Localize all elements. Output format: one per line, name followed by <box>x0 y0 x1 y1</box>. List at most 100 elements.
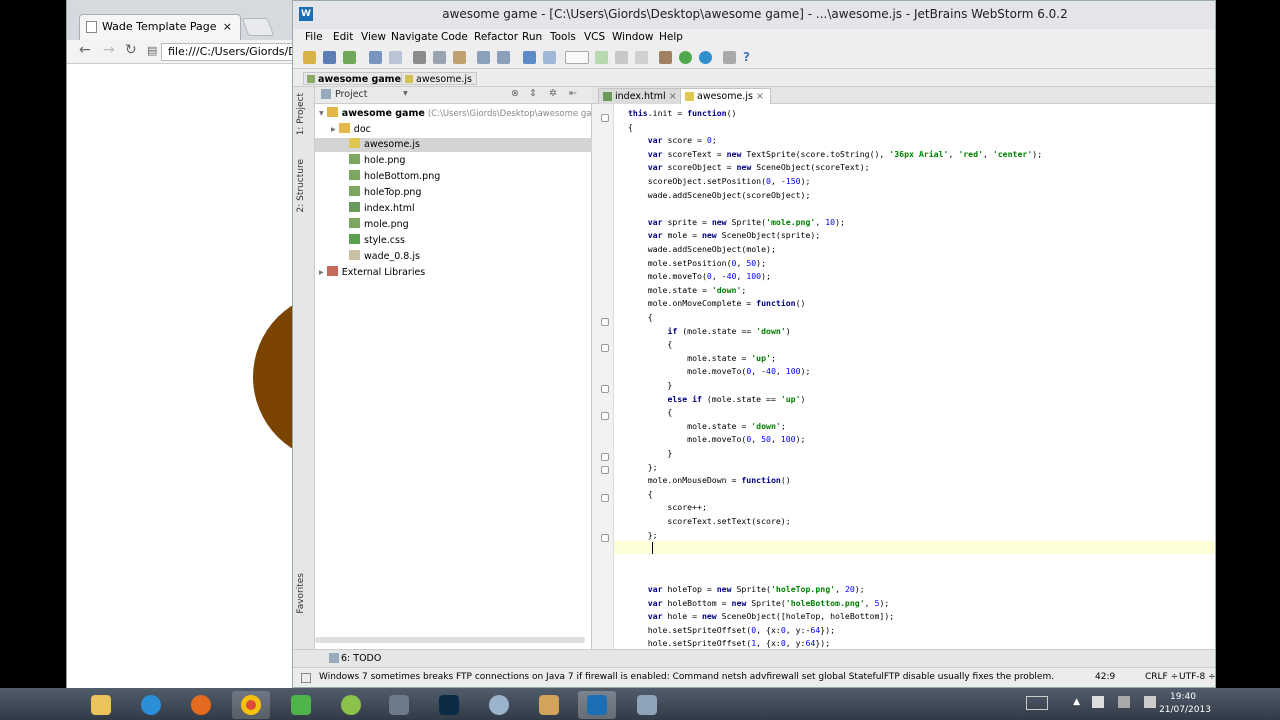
app-icon[interactable] <box>380 691 418 719</box>
tree-root[interactable]: ▾ awesome game (C:\Users\Giords\Desktop\… <box>319 107 600 121</box>
close-tab-icon[interactable]: × <box>223 15 232 39</box>
scroll-from-source-icon[interactable]: ⇕ <box>529 88 537 99</box>
tab-awesome-js[interactable]: awesome.js × <box>680 88 771 104</box>
file-encoding[interactable]: UTF-8 ÷ <box>1179 672 1215 682</box>
menu-vcs[interactable]: VCS <box>584 31 605 43</box>
app2-icon[interactable] <box>628 691 666 719</box>
fold-icon[interactable] <box>601 494 609 502</box>
copy-icon[interactable] <box>433 51 446 64</box>
evernote-icon[interactable] <box>282 691 320 719</box>
help-icon[interactable]: ? <box>743 50 756 64</box>
tree-item-wade-js[interactable]: wade_0.8.js <box>349 250 420 264</box>
open-icon[interactable] <box>303 51 316 64</box>
breadcrumb-file[interactable]: awesome.js <box>401 72 477 85</box>
game-icon[interactable] <box>530 691 568 719</box>
horizontal-scrollbar[interactable] <box>315 637 585 643</box>
stop-icon[interactable] <box>635 51 648 64</box>
page-info-icon[interactable]: ▤ <box>147 44 157 57</box>
game-mole-shape[interactable] <box>253 292 296 462</box>
reload-icon[interactable]: ↻ <box>125 42 137 58</box>
firefox-icon[interactable] <box>182 691 220 719</box>
fold-icon[interactable] <box>601 466 609 474</box>
line-separator[interactable]: CRLF ÷ <box>1145 672 1178 682</box>
chrome-icon[interactable] <box>232 691 270 719</box>
tree-item-awesome-js[interactable]: awesome.js <box>315 138 592 152</box>
project-header-label[interactable]: Project <box>335 89 368 100</box>
menu-edit[interactable]: Edit <box>333 31 353 43</box>
redo-icon[interactable] <box>389 51 402 64</box>
tab-structure[interactable]: 2: Structure <box>296 159 306 213</box>
cursor-position[interactable]: 42:9 <box>1095 672 1115 682</box>
flag-icon[interactable] <box>1092 696 1104 708</box>
toggle-tool-windows-icon[interactable] <box>301 673 311 683</box>
back-icon[interactable]: ← <box>79 42 91 58</box>
tree-item-holetop-png[interactable]: holeTop.png <box>349 186 421 200</box>
forward-nav-icon[interactable] <box>543 51 556 64</box>
browser-tab[interactable]: Wade Template Page × <box>79 14 241 40</box>
back-nav-icon[interactable] <box>523 51 536 64</box>
tree-external-libraries[interactable]: ▸ External Libraries <box>319 266 425 280</box>
fold-icon[interactable] <box>601 318 609 326</box>
tree-item-style-css[interactable]: style.css <box>349 234 405 248</box>
network-icon[interactable] <box>1118 696 1130 708</box>
tab-index-html[interactable]: index.html × <box>598 88 684 104</box>
menu-window[interactable]: Window <box>612 31 653 43</box>
spotify-icon[interactable] <box>332 691 370 719</box>
fold-icon[interactable] <box>601 114 609 122</box>
show-hidden-icons-icon[interactable]: ▲ <box>1073 697 1080 707</box>
hide-panel-icon[interactable]: ⇤ <box>569 88 577 99</box>
close-icon[interactable]: × <box>669 91 677 102</box>
run-icon[interactable] <box>595 51 608 64</box>
menu-run[interactable]: Run <box>522 31 542 43</box>
close-icon[interactable]: × <box>756 91 764 102</box>
plugin-icon[interactable] <box>699 51 712 64</box>
fold-icon[interactable] <box>601 412 609 420</box>
debug-icon[interactable] <box>615 51 628 64</box>
menu-navigate[interactable]: Navigate <box>391 31 438 43</box>
collapse-icon[interactable]: ⊗ <box>511 88 519 99</box>
photoshop-icon[interactable] <box>430 691 468 719</box>
vpn-icon[interactable] <box>480 691 518 719</box>
clock-date[interactable]: 21/07/2013 <box>1156 705 1214 715</box>
fold-icon[interactable] <box>601 344 609 352</box>
tab-project[interactable]: 1: Project <box>296 93 306 135</box>
clock-time[interactable]: 19:40 <box>1158 692 1208 702</box>
status-message[interactable]: Windows 7 sometimes breaks FTP connectio… <box>319 672 1054 682</box>
cut-icon[interactable] <box>413 51 426 64</box>
internet-explorer-icon[interactable] <box>132 691 170 719</box>
menu-tools[interactable]: Tools <box>550 31 576 43</box>
tree-item-hole-png[interactable]: hole.png <box>349 154 405 168</box>
structure-icon[interactable] <box>723 51 736 64</box>
sync-icon[interactable] <box>343 51 356 64</box>
code-area[interactable]: this.init = function() { var score = 0; v… <box>614 104 1215 649</box>
menu-view[interactable]: View <box>361 31 386 43</box>
menu-help[interactable]: Help <box>659 31 683 43</box>
menu-refactor[interactable]: Refactor <box>474 31 518 43</box>
settings-icon[interactable] <box>659 51 672 64</box>
tree-item-holebottom-png[interactable]: holeBottom.png <box>349 170 440 184</box>
undo-icon[interactable] <box>369 51 382 64</box>
todo-tab[interactable]: 6: TODO <box>341 653 381 664</box>
gear-icon[interactable]: ✲ <box>549 88 557 99</box>
editor-gutter[interactable] <box>592 104 614 649</box>
paste-icon[interactable] <box>453 51 466 64</box>
new-tab-button[interactable] <box>241 18 275 36</box>
save-icon[interactable] <box>323 51 336 64</box>
forward-icon[interactable]: → <box>103 42 115 58</box>
find-icon[interactable] <box>477 51 490 64</box>
menu-file[interactable]: File <box>305 31 323 43</box>
fold-icon[interactable] <box>601 453 609 461</box>
replace-icon[interactable] <box>497 51 510 64</box>
run-config-select[interactable] <box>565 51 589 64</box>
tab-favorites[interactable]: Favorites <box>296 573 306 614</box>
fold-icon[interactable] <box>601 534 609 542</box>
vcs-icon[interactable] <box>679 51 692 64</box>
volume-icon[interactable] <box>1144 696 1156 708</box>
menu-code[interactable]: Code <box>441 31 468 43</box>
tree-item-mole-png[interactable]: mole.png <box>349 218 409 232</box>
keyboard-icon[interactable] <box>1026 696 1048 710</box>
address-bar[interactable]: file:///C:/Users/Giords/D <box>161 43 296 61</box>
file-explorer-icon[interactable] <box>82 691 120 719</box>
tree-item-index-html[interactable]: index.html <box>349 202 415 216</box>
breadcrumb-project[interactable]: awesome game <box>303 72 407 85</box>
